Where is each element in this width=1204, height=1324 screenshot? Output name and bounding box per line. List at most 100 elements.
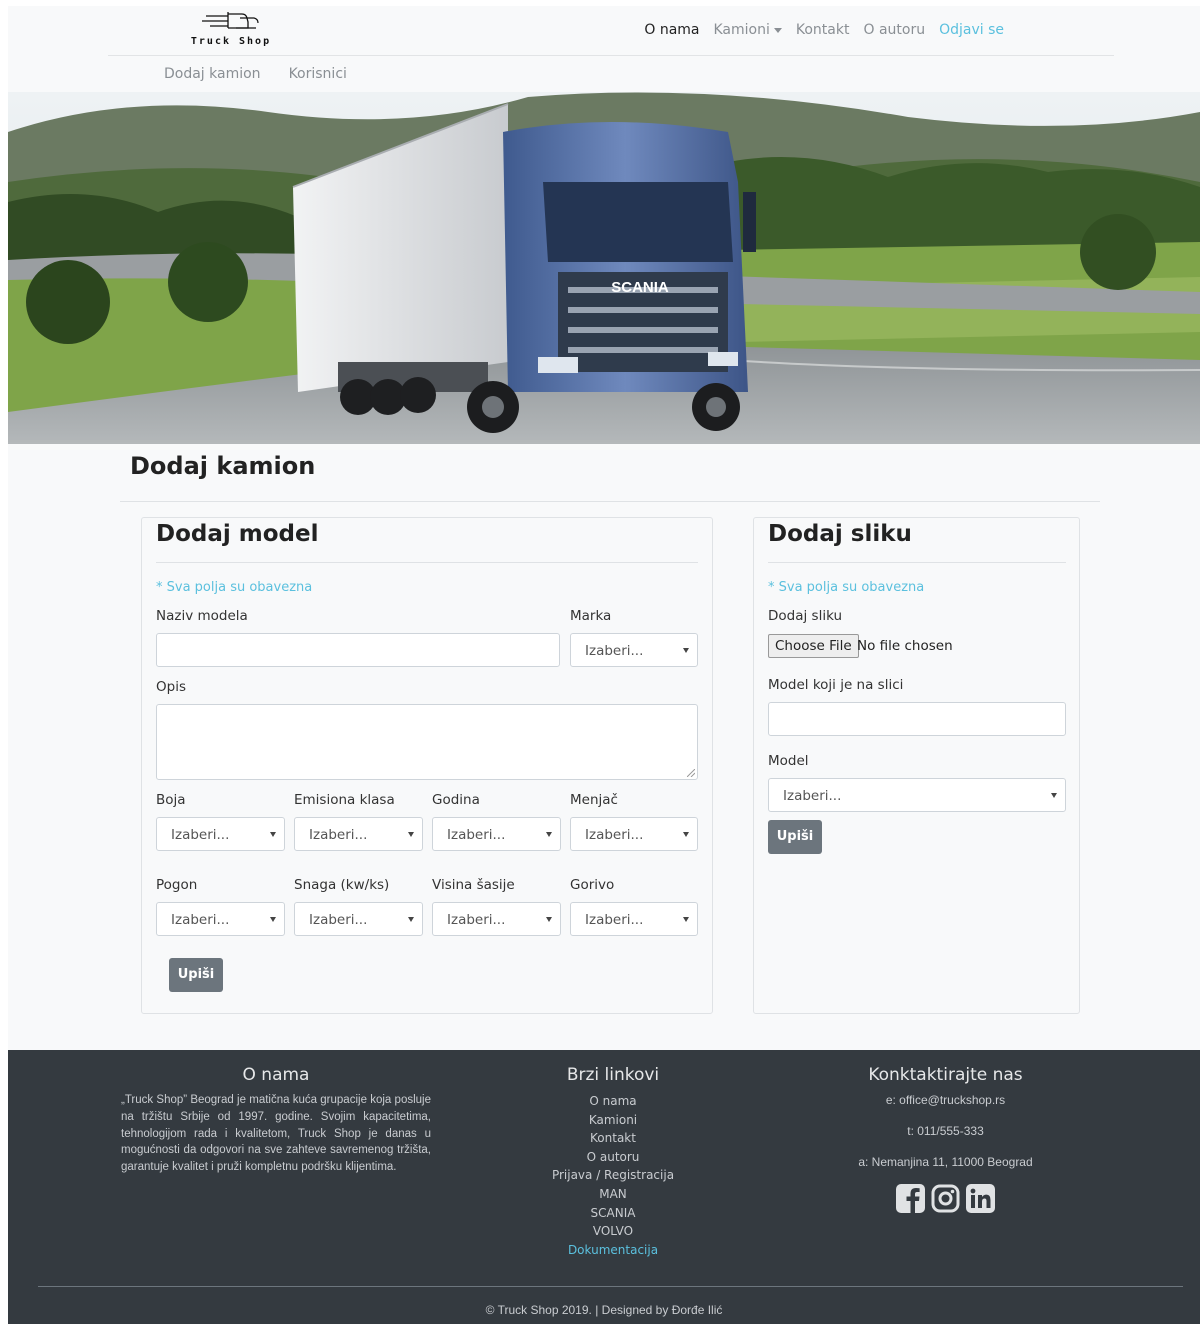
footer-divider xyxy=(38,1286,1183,1287)
select-arrow-icon xyxy=(1051,793,1057,798)
model-name-input[interactable] xyxy=(156,633,560,667)
gearbox-select[interactable]: Izaberi... xyxy=(570,817,698,851)
nav-kamioni-label: Kamioni xyxy=(713,22,770,38)
subnav-dodaj-kamion[interactable]: Dodaj kamion xyxy=(164,66,261,82)
footer-about-text: „Truck Shop” Beograd je matična kuća gru… xyxy=(121,1094,431,1174)
fuel-select-value: Izaberi... xyxy=(585,912,644,928)
resize-handle-icon[interactable] xyxy=(687,769,695,777)
select-arrow-icon xyxy=(546,832,552,837)
contact-address: a: Nemanjina 11, 11000 Beograd xyxy=(858,1155,1033,1169)
brand-logo[interactable]: Truck Shop xyxy=(186,10,276,50)
add-model-divider xyxy=(156,562,698,563)
gearbox-label: Menjač xyxy=(570,792,618,808)
title-divider xyxy=(120,501,1100,502)
description-label: Opis xyxy=(156,679,186,695)
file-status-text: No file chosen xyxy=(857,638,953,654)
select-arrow-icon xyxy=(683,917,689,922)
social-icons xyxy=(896,1184,995,1213)
description-textarea[interactable] xyxy=(156,704,698,780)
select-arrow-icon xyxy=(546,917,552,922)
footer-link-o-nama[interactable]: O nama xyxy=(528,1092,698,1111)
color-select[interactable]: Izaberi... xyxy=(156,817,285,851)
submit-model-button[interactable]: Upiši xyxy=(169,958,223,992)
footer: O nama „Truck Shop” Beograd je matična k… xyxy=(8,1050,1200,1324)
chassis-height-select-value: Izaberi... xyxy=(447,912,506,928)
nav-logout[interactable]: Odjavi se xyxy=(939,22,1004,38)
add-image-heading: Dodaj sliku xyxy=(768,521,912,547)
contact-phone: t: 011/555-333 xyxy=(907,1124,984,1138)
admin-subnav: Dodaj kamion Korisnici xyxy=(164,66,347,82)
facebook-icon[interactable] xyxy=(896,1184,925,1213)
footer-link-kamioni[interactable]: Kamioni xyxy=(528,1111,698,1130)
color-label: Boja xyxy=(156,792,186,808)
required-note: * Sva polja su obavezna xyxy=(156,580,313,595)
brand-select[interactable]: Izaberi... xyxy=(570,633,698,667)
caret-down-icon xyxy=(773,27,782,33)
nav-o-nama[interactable]: O nama xyxy=(644,22,699,38)
svg-text:SCANIA: SCANIA xyxy=(611,279,669,296)
fuel-select[interactable]: Izaberi... xyxy=(570,902,698,936)
select-arrow-icon xyxy=(683,648,689,653)
footer-about-heading: O nama xyxy=(242,1065,310,1085)
footer-link-kontakt[interactable]: Kontakt xyxy=(528,1129,698,1148)
footer-link-scania[interactable]: SCANIA xyxy=(528,1204,698,1223)
main-nav: O nama Kamioni Kontakt O autoru Odjavi s… xyxy=(644,22,1004,38)
model-label: Model xyxy=(768,753,809,769)
submit-image-button[interactable]: Upiši xyxy=(768,820,822,854)
footer-link-man[interactable]: MAN xyxy=(528,1185,698,1204)
image-upload-label: Dodaj sliku xyxy=(768,608,843,624)
instagram-icon[interactable] xyxy=(931,1184,960,1213)
year-label: Godina xyxy=(432,792,480,808)
subnav-korisnici[interactable]: Korisnici xyxy=(289,66,347,82)
contact-email: e: office@truckshop.rs xyxy=(885,1093,1006,1107)
model-name-label: Naziv modela xyxy=(156,608,248,624)
power-select[interactable]: Izaberi... xyxy=(294,902,423,936)
year-select[interactable]: Izaberi... xyxy=(432,817,561,851)
select-arrow-icon xyxy=(683,832,689,837)
add-image-panel: Dodaj sliku * Sva polja su obavezna Doda… xyxy=(753,517,1080,1014)
brand-label: Marka xyxy=(570,608,612,624)
chassis-height-label: Visina šasije xyxy=(432,877,515,893)
copyright-text: © Truck Shop 2019. | Designed by Đorđe I… xyxy=(485,1303,723,1317)
footer-quick-links: O nama Kamioni Kontakt O autoru Prijava … xyxy=(528,1092,698,1259)
page: Truck Shop O nama Kamioni Kontakt O auto… xyxy=(8,6,1200,1324)
brand-select-value: Izaberi... xyxy=(585,643,644,659)
choose-file-button[interactable]: Choose File xyxy=(768,634,859,658)
fuel-label: Gorivo xyxy=(570,877,615,893)
gearbox-select-value: Izaberi... xyxy=(585,827,644,843)
emission-class-label: Emisiona klasa xyxy=(294,792,395,808)
year-select-value: Izaberi... xyxy=(447,827,506,843)
power-label: Snaga (kw/ks) xyxy=(294,877,390,893)
footer-link-o-autoru[interactable]: O autoru xyxy=(528,1148,698,1167)
power-select-value: Izaberi... xyxy=(309,912,368,928)
add-image-divider xyxy=(768,562,1066,563)
linkedin-icon[interactable] xyxy=(966,1184,995,1213)
emission-class-select[interactable]: Izaberi... xyxy=(294,817,423,851)
select-arrow-icon xyxy=(408,917,414,922)
model-select[interactable]: Izaberi... xyxy=(768,778,1066,812)
color-select-value: Izaberi... xyxy=(171,827,230,843)
nav-kamioni-dropdown[interactable]: Kamioni xyxy=(714,22,782,38)
emission-class-select-value: Izaberi... xyxy=(309,827,368,843)
brand-name: Truck Shop xyxy=(190,36,272,47)
footer-contact-heading: Konktaktirajte nas xyxy=(868,1065,1023,1085)
footer-links-heading: Brzi linkovi xyxy=(566,1065,660,1085)
page-title: Dodaj kamion xyxy=(130,452,316,480)
model-on-image-input[interactable] xyxy=(768,702,1066,736)
footer-link-login-register[interactable]: Prijava / Registracija xyxy=(528,1166,698,1185)
nav-o-autoru[interactable]: O autoru xyxy=(863,22,925,38)
hero-truck-image: SCANIA xyxy=(8,92,1200,444)
chassis-height-select[interactable]: Izaberi... xyxy=(432,902,561,936)
drive-select[interactable]: Izaberi... xyxy=(156,902,285,936)
select-arrow-icon xyxy=(270,917,276,922)
required-note: * Sva polja su obavezna xyxy=(768,580,925,595)
drive-select-value: Izaberi... xyxy=(171,912,230,928)
footer-link-documentation[interactable]: Dokumentacija xyxy=(528,1241,698,1260)
nav-kontakt[interactable]: Kontakt xyxy=(796,22,850,38)
model-select-value: Izaberi... xyxy=(783,788,842,804)
select-arrow-icon xyxy=(270,832,276,837)
footer-link-volvo[interactable]: VOLVO xyxy=(528,1222,698,1241)
select-arrow-icon xyxy=(408,832,414,837)
model-on-image-label: Model koji je na slici xyxy=(768,677,904,693)
add-model-heading: Dodaj model xyxy=(156,521,319,547)
